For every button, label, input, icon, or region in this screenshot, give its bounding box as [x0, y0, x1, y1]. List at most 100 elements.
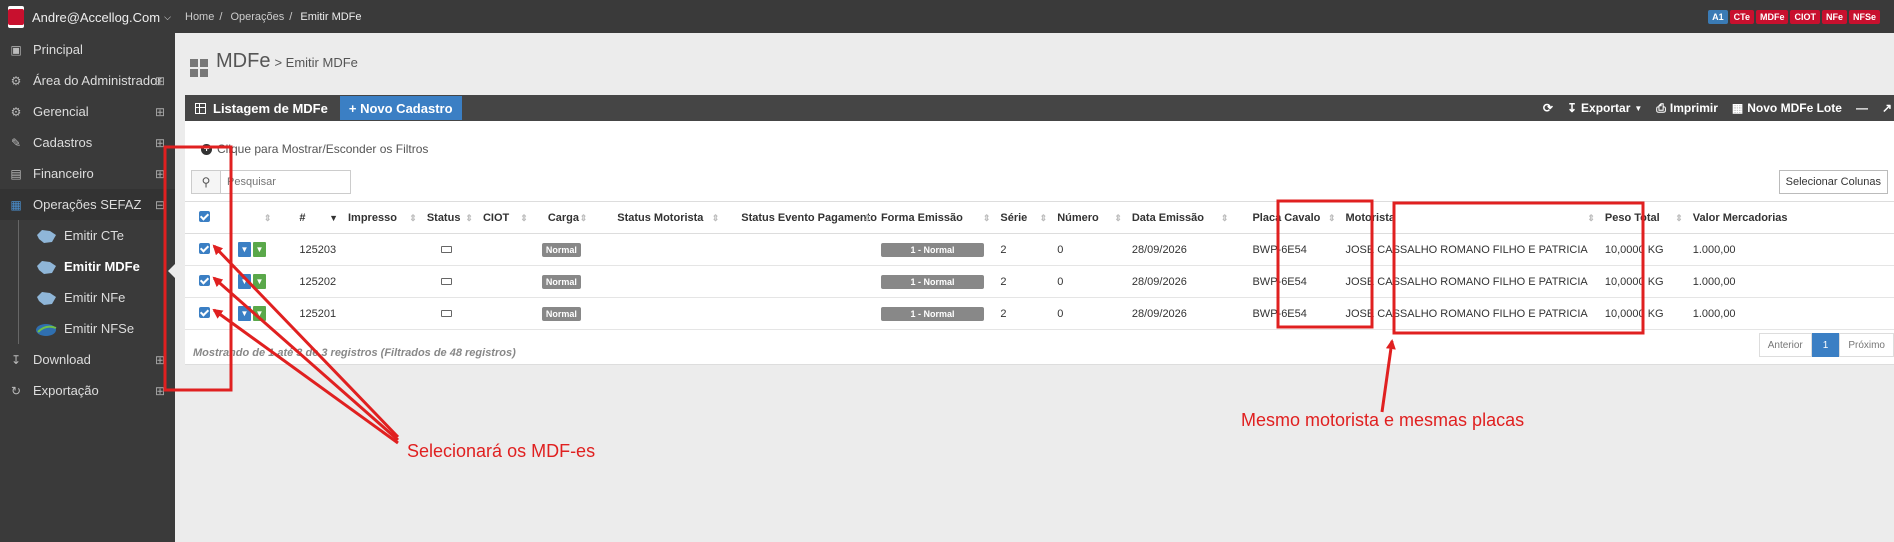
- table-header-row: ⇕ # ▼ Impresso ⇕ Status ⇕ CIOT ⇕ Carga ⇕ Stat…: [185, 201, 1894, 234]
- sidebar-item-financeiro[interactable]: ▤ Financeiro ⊞: [0, 158, 175, 189]
- row-action-dropdown-green[interactable]: ▼: [252, 274, 266, 289]
- submenu-line: [18, 220, 19, 344]
- header-status-evento[interactable]: Status Evento Pagamento ⇕: [725, 201, 877, 234]
- table-row[interactable]: ▼ ▼ 125203 Normal 1 - Normal 2 0 28/09/20…: [185, 233, 1894, 266]
- filter-toggle-label: Clique para Mostrar/Esconder os Filtros: [217, 142, 429, 156]
- pager-next[interactable]: Próximo: [1839, 333, 1894, 357]
- pagination: Anterior 1 Próximo: [1758, 333, 1894, 357]
- row-checkbox[interactable]: [199, 242, 210, 254]
- cell-serie: 2: [996, 297, 1054, 330]
- breadcrumb-home[interactable]: Home: [185, 11, 214, 23]
- sidebar-item-exportacao[interactable]: ↻ Exportação ⊞: [0, 375, 175, 406]
- sidebar-item-operacoes-sefaz[interactable]: ▦ Operações SEFAZ ⊟: [0, 189, 175, 220]
- sidebar-item-emitir-mdfe[interactable]: Emitir MDFe: [0, 251, 175, 282]
- new-record-button[interactable]: + Novo Cadastro: [339, 96, 462, 120]
- brazil-map-icon: [34, 258, 60, 276]
- cell-id: 125203: [277, 233, 344, 266]
- export-button[interactable]: ↧ Exportar ▼: [1567, 101, 1642, 115]
- forma-label: 1 - Normal: [880, 274, 984, 289]
- badge-a1: A1: [1708, 10, 1728, 24]
- cell-motorista: JOSE CASSALHO ROMANO FILHO E PATRICIA: [1341, 233, 1601, 266]
- header-serie[interactable]: Série ⇕: [996, 201, 1054, 234]
- sidebar-item-emitir-nfe[interactable]: Emitir NFe: [0, 282, 175, 313]
- header-forma-emissao[interactable]: Forma Emissão ⇕: [876, 201, 997, 234]
- badge-mdfe: MDFe: [1755, 10, 1789, 24]
- panel-actions: ⟳ ↧ Exportar ▼ ⎙ Imprimir ▦ Novo MDFe Lote —…: [1543, 95, 1894, 121]
- header-actions: ⇕: [233, 201, 278, 234]
- header-impresso[interactable]: Impresso ⇕: [344, 201, 423, 234]
- header-peso-total[interactable]: Peso Total ⇕: [1600, 201, 1689, 234]
- row-checkbox[interactable]: [199, 306, 210, 318]
- sidebar-item-label: Download: [33, 352, 91, 367]
- cogs-icon: ⚙: [10, 104, 22, 119]
- filter-toggle[interactable]: + Clique para Mostrar/Esconder os Filtro…: [201, 142, 428, 156]
- sidebar-item-admin[interactable]: ⚙ Área do Administrador ⊞: [0, 65, 175, 96]
- cell-data: 28/09/2026: [1127, 297, 1235, 330]
- header-ciot[interactable]: CIOT ⇕: [478, 201, 534, 234]
- header-id[interactable]: # ▼: [277, 201, 344, 234]
- module-badges: A1 CTe MDFe CIOT NFe NFSe: [1708, 10, 1880, 24]
- row-action-dropdown[interactable]: ▼: [237, 242, 251, 257]
- carga-label: Normal: [541, 242, 581, 257]
- print-icon: ⎙: [1656, 100, 1666, 115]
- sidebar-item-emitir-nfse[interactable]: Emitir NFSe: [0, 313, 175, 344]
- batch-icon: ▦: [1731, 101, 1744, 115]
- pager-page-1[interactable]: 1: [1811, 333, 1840, 357]
- search-button[interactable]: ⚲: [191, 170, 221, 194]
- minimize-button[interactable]: —: [1856, 101, 1868, 115]
- breadcrumb-operacoes[interactable]: Operações: [230, 11, 284, 23]
- table-row[interactable]: ▼ ▼ 125201 Normal 1 - Normal 2 0 28/09/20…: [185, 297, 1894, 330]
- sidebar-item-gerencial[interactable]: ⚙ Gerencial ⊞: [0, 96, 175, 127]
- sidebar-item-download[interactable]: ↧ Download ⊞: [0, 344, 175, 375]
- sidebar-item-label: Cadastros: [33, 135, 93, 150]
- caret-down-icon: ▼: [1634, 103, 1643, 113]
- header-numero[interactable]: Número ⇕: [1053, 201, 1128, 234]
- share-icon: ↻: [10, 383, 22, 398]
- sidebar-item-label: Gerencial: [33, 104, 89, 119]
- header-status[interactable]: Status ⇕: [422, 201, 479, 234]
- print-button[interactable]: ⎙ Imprimir: [1656, 101, 1718, 116]
- sidebar-item-label: Financeiro: [33, 166, 94, 181]
- row-action-dropdown[interactable]: ▼: [237, 274, 251, 289]
- expand-icon: ⊞: [154, 352, 165, 367]
- select-all-checkbox[interactable]: [199, 210, 210, 222]
- sidebar-item-label: Operações SEFAZ: [33, 197, 142, 212]
- money-icon: ▤: [10, 166, 22, 181]
- select-columns-button[interactable]: Selecionar Colunas: [1778, 170, 1888, 194]
- forma-label: 1 - Normal: [880, 306, 984, 321]
- sidebar-item-principal[interactable]: ▣ Principal: [0, 34, 175, 65]
- cell-serie: 2: [996, 233, 1054, 266]
- row-checkbox[interactable]: [199, 274, 210, 286]
- header-motorista[interactable]: Motorista ⇕: [1341, 201, 1601, 234]
- table-row[interactable]: ▼ ▼ 125202 Normal 1 - Normal 2 0 28/09/20…: [185, 265, 1894, 298]
- annotation-text-select: Selecionará os MDF-es: [407, 441, 596, 461]
- row-action-dropdown-green[interactable]: ▼: [252, 242, 266, 257]
- header-placa-cavalo[interactable]: Placa Cavalo ⇕: [1234, 201, 1342, 234]
- row-action-dropdown-green[interactable]: ▼: [252, 306, 266, 321]
- search-icon: ⚲: [201, 175, 211, 189]
- panel-header: Listagem de MDFe + Novo Cadastro ⟳ ↧ Expo…: [185, 95, 1894, 121]
- expand-icon: ↗: [1881, 101, 1892, 115]
- plus-circle-icon: +: [201, 143, 212, 155]
- search-input[interactable]: [221, 170, 351, 194]
- new-batch-button[interactable]: ▦ Novo MDFe Lote: [1732, 101, 1842, 115]
- row-action-dropdown[interactable]: ▼: [237, 306, 251, 321]
- sidebar-item-emitir-cte[interactable]: Emitir CTe: [0, 220, 175, 251]
- cell-data: 28/09/2026: [1127, 265, 1235, 298]
- page-title-main: MDFe: [216, 50, 271, 72]
- refresh-button[interactable]: ⟳: [1543, 101, 1553, 115]
- header-data-emissao[interactable]: Data Emissão ⇕: [1127, 201, 1235, 234]
- user-menu[interactable]: Andre@Accellog.Com ⌵: [0, 0, 175, 34]
- header-carga[interactable]: Carga ⇕: [533, 201, 594, 234]
- header-select-all[interactable]: [185, 201, 234, 234]
- chevron-down-icon: ⌵: [164, 11, 171, 22]
- sidebar-submenu: Emitir CTe Emitir MDFe Emitir NFe Emitir…: [0, 220, 175, 344]
- expand-button[interactable]: ↗: [1882, 101, 1892, 115]
- header-valor[interactable]: Valor Mercadorias: [1688, 201, 1894, 234]
- pager-previous[interactable]: Anterior: [1758, 333, 1812, 357]
- minus-icon: —: [1855, 101, 1868, 115]
- cell-valor: 1.000,00: [1688, 297, 1894, 330]
- cell-peso: 10,0000 KG: [1600, 297, 1689, 330]
- sidebar-item-cadastros[interactable]: ✎ Cadastros ⊞: [0, 127, 175, 158]
- header-status-motorista[interactable]: Status Motorista ⇕: [593, 201, 726, 234]
